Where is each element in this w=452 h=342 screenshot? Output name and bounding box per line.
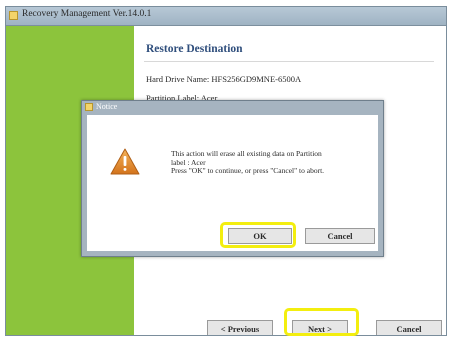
message-line: Press "OK" to continue, or press "Cancel… (171, 166, 325, 175)
previous-button[interactable]: < Previous (207, 320, 273, 335)
dialog-body: This action will erase all existing data… (87, 115, 378, 251)
dialog-titlebar[interactable]: Notice (82, 101, 383, 114)
hard-drive-label: Hard Drive Name: HFS256GD9MNE-6500A (146, 74, 302, 84)
cancel-button[interactable]: Cancel (376, 320, 442, 335)
next-button[interactable]: Next > (292, 320, 348, 335)
dialog-cancel-button[interactable]: Cancel (305, 228, 375, 244)
notice-dialog: Notice This action will erase all existi… (81, 100, 384, 257)
heading-divider (144, 61, 434, 62)
warning-icon (110, 148, 140, 175)
page-title: Restore Destination (146, 43, 243, 55)
dialog-message: This action will erase all existing data… (171, 149, 325, 176)
dialog-app-icon (85, 103, 93, 111)
window-title: Recovery Management Ver.14.0.1 (22, 9, 152, 19)
dialog-ok-button[interactable]: OK (228, 228, 292, 244)
app-icon (9, 11, 18, 20)
window-titlebar[interactable]: Recovery Management Ver.14.0.1 (6, 7, 446, 26)
dialog-title: Notice (96, 102, 118, 111)
